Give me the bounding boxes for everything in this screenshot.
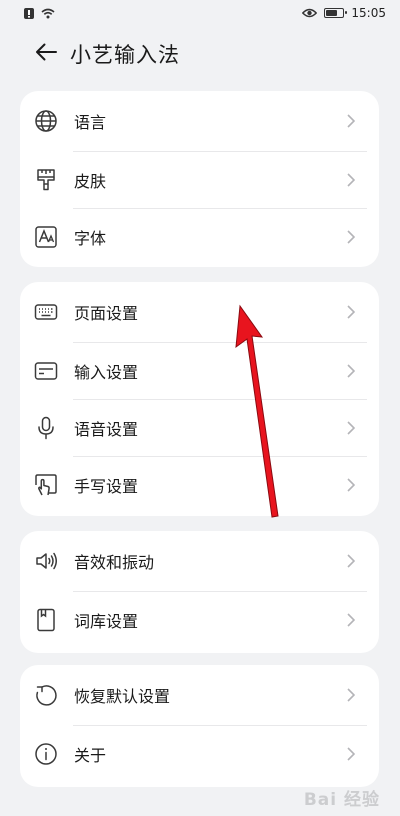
row-label: 关于 bbox=[74, 745, 107, 765]
row-handwriting-settings[interactable]: 手写设置 bbox=[20, 456, 379, 513]
battery-icon bbox=[324, 8, 348, 18]
status-time: 15:05 bbox=[351, 6, 386, 20]
page-title: 小艺输入法 bbox=[70, 43, 180, 67]
row-label: 页面设置 bbox=[74, 304, 139, 323]
eye-icon bbox=[302, 8, 318, 18]
info-icon bbox=[33, 741, 59, 767]
back-button[interactable] bbox=[24, 32, 68, 76]
row-label: 皮肤 bbox=[74, 171, 107, 191]
watermark: Bai 经验 bbox=[303, 790, 380, 810]
row-input-settings[interactable]: 输入设置 bbox=[20, 342, 379, 399]
row-label: 手写设置 bbox=[74, 476, 139, 496]
chevron-right-icon bbox=[347, 553, 359, 569]
speaker-icon bbox=[33, 548, 59, 574]
dictionary-icon bbox=[33, 607, 59, 633]
handwriting-icon bbox=[33, 472, 59, 498]
header: 小艺输入法 bbox=[0, 32, 400, 76]
row-page-settings[interactable]: 页面设置 bbox=[20, 282, 379, 342]
row-restore-defaults[interactable]: 恢复默认设置 bbox=[20, 665, 379, 725]
chevron-right-icon bbox=[347, 612, 359, 628]
settings-group-1: 语言 皮肤 字体 bbox=[20, 91, 379, 267]
row-language[interactable]: 语言 bbox=[20, 91, 379, 151]
microphone-icon bbox=[33, 415, 59, 441]
globe-icon bbox=[33, 108, 59, 134]
settings-group-4: 恢复默认设置 关于 bbox=[20, 665, 379, 787]
chevron-right-icon bbox=[347, 172, 359, 188]
row-voice-settings[interactable]: 语音设置 bbox=[20, 399, 379, 456]
alert-icon bbox=[24, 7, 34, 19]
chevron-right-icon bbox=[347, 746, 359, 762]
row-label: 字体 bbox=[74, 228, 107, 248]
chevron-right-icon bbox=[347, 420, 359, 436]
settings-group-2: 页面设置 输入设置 语音设置 手写设置 bbox=[20, 282, 379, 516]
chevron-right-icon bbox=[347, 229, 359, 245]
row-sound-vibration[interactable]: 音效和振动 bbox=[20, 531, 379, 591]
battery-fill bbox=[326, 10, 337, 16]
row-label: 音效和振动 bbox=[74, 553, 155, 572]
restore-icon bbox=[33, 682, 59, 708]
row-label: 输入设置 bbox=[74, 362, 139, 382]
row-dictionary[interactable]: 词库设置 bbox=[20, 591, 379, 648]
row-label: 语音设置 bbox=[74, 419, 139, 439]
row-font[interactable]: 字体 bbox=[20, 208, 379, 265]
wifi-icon bbox=[41, 8, 55, 19]
settings-group-3: 音效和振动 词库设置 bbox=[20, 531, 379, 653]
status-bar: 15:05 bbox=[0, 0, 400, 26]
brush-icon bbox=[33, 167, 59, 193]
chevron-right-icon bbox=[347, 113, 359, 129]
chevron-right-icon bbox=[347, 687, 359, 703]
arrow-left-icon bbox=[35, 43, 57, 65]
row-label: 词库设置 bbox=[74, 611, 139, 631]
row-label: 语言 bbox=[74, 113, 107, 132]
status-right: 15:05 bbox=[302, 6, 386, 20]
font-icon bbox=[33, 224, 59, 250]
chevron-right-icon bbox=[347, 363, 359, 379]
chevron-right-icon bbox=[347, 477, 359, 493]
chevron-right-icon bbox=[347, 304, 359, 320]
keyboard-icon bbox=[33, 299, 59, 325]
row-label: 恢复默认设置 bbox=[74, 687, 171, 706]
input-box-icon bbox=[33, 358, 59, 384]
row-skin[interactable]: 皮肤 bbox=[20, 151, 379, 208]
row-about[interactable]: 关于 bbox=[20, 725, 379, 782]
status-left bbox=[24, 7, 55, 19]
